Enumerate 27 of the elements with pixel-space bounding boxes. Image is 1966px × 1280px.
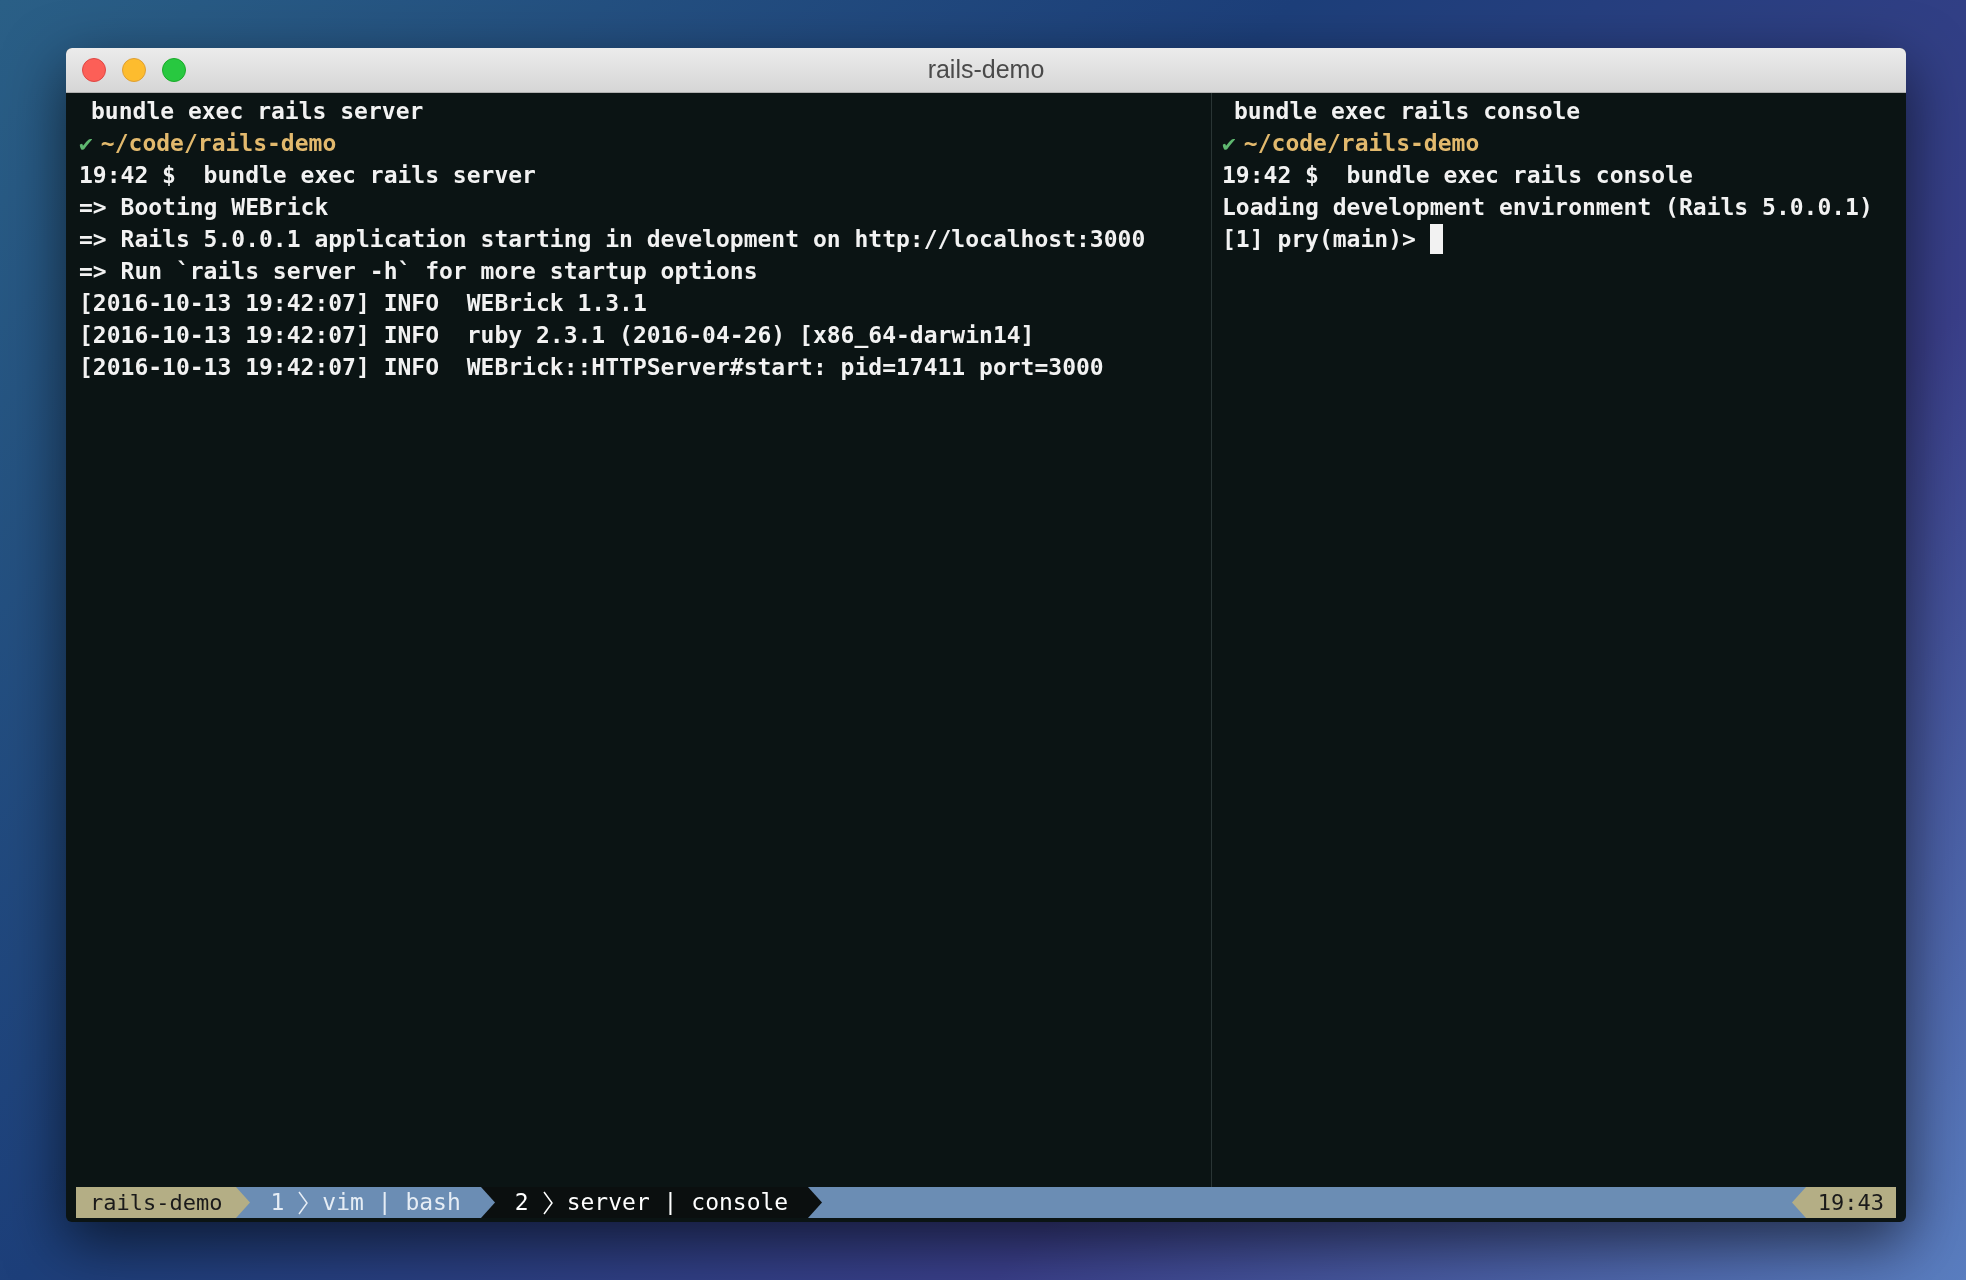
window-name: vim | bash (322, 1188, 461, 1218)
checkmark: ✔ (79, 128, 93, 158)
terminal-line: [2016-10-13 19:42:07] INFO WEBrick 1.3.1 (79, 288, 647, 318)
window-index: 2 (514, 1188, 529, 1218)
prompt-directory: ~/code/rails-demo (100, 128, 337, 158)
terminal-line: Loading development environment (Rails 5.0.0.1) (1222, 192, 1873, 222)
pane-title: bundle exec rails console (1233, 97, 1582, 126)
window-name: server | console (566, 1188, 789, 1218)
terminal-line: 19:42 $ bundle exec rails server (79, 160, 536, 190)
chevron-right-icon (298, 1190, 309, 1215)
chevron-right-icon (542, 1190, 553, 1215)
pane-title: bundle exec rails server (90, 97, 425, 126)
prompt-directory: ~/code/rails-demo (1243, 128, 1480, 158)
terminal-line: => Booting WEBrick (79, 192, 329, 222)
checkmark: ✔ (1222, 128, 1236, 158)
terminal-line: => Rails 5.0.0.1 application starting in development on http://localhost:3000 (79, 224, 1146, 254)
window-title: rails-demo (927, 54, 1045, 86)
maximize-button[interactable] (162, 58, 186, 82)
minimize-button[interactable] (122, 58, 146, 82)
window-index: 1 (270, 1188, 285, 1218)
terminal-line: [2016-10-13 19:42:07] INFO ruby 2.3.1 (2016-04-26) [x86_64-darwin14] (79, 320, 1035, 350)
terminal-line: 19:42 $ bundle exec rails console (1222, 160, 1693, 190)
terminal-line: [2016-10-13 19:42:07] INFO WEBrick::HTTPServer#start: pid=17411 port=3000 (79, 352, 1104, 382)
terminal-line: => Run `rails server -h` for more startup options (79, 256, 758, 286)
close-button[interactable] (82, 58, 106, 82)
separator-arrow-icon (1791, 1187, 1806, 1218)
terminal-line: [1] pry(main)> (1222, 224, 1417, 254)
